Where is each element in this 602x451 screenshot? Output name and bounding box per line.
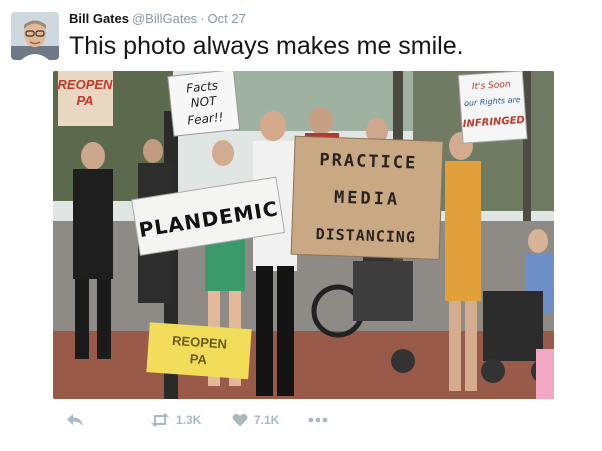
svg-text:MEDIA: MEDIA — [334, 188, 401, 210]
sign-practice-media-distancing: PRACTICE MEDIA DISTANCING — [290, 135, 444, 260]
tweet-date[interactable]: Oct 27 — [208, 11, 246, 26]
header-separator: · — [200, 11, 205, 26]
like-button[interactable]: 7.1K — [232, 408, 279, 432]
tweet: Bill Gates @BillGates · Oct 27 This photo a… — [0, 0, 602, 451]
sign-pink — [536, 349, 554, 399]
avatar-photo — [11, 12, 59, 60]
retweet-icon — [151, 413, 169, 427]
svg-text:DISTANCING: DISTANCING — [315, 225, 416, 246]
tweet-header: Bill Gates @BillGates · Oct 27 — [69, 11, 246, 27]
author-name[interactable]: Bill Gates — [69, 11, 129, 26]
svg-text:NOT: NOT — [190, 93, 219, 110]
reply-icon — [67, 414, 83, 426]
retweet-count: 1.3K — [176, 413, 202, 427]
tweet-text: This photo always makes me smile. — [69, 32, 464, 60]
tweet-photo[interactable]: REOPEN PA Facts NOT Fear!! PLANDEMIC PRA… — [53, 71, 554, 399]
sign-reopen-top: REOPEN PA — [58, 71, 114, 126]
sign-reopen-bottom: REOPEN PA — [146, 322, 252, 380]
more-icon — [308, 417, 328, 423]
svg-text:REOPEN: REOPEN — [58, 77, 114, 92]
photo-protest-scene: REOPEN PA Facts NOT Fear!! PLANDEMIC PRA… — [53, 71, 554, 399]
author-avatar[interactable] — [11, 12, 59, 60]
heart-icon — [232, 413, 248, 427]
author-handle[interactable]: @BillGates — [132, 11, 197, 26]
sign-rights-infringed: It's Soon our Rights are INFRINGED — [457, 71, 528, 144]
like-count: 7.1K — [254, 413, 280, 427]
tweet-actions: 1.3K 7.1K — [66, 408, 366, 432]
sign-facts-not-fear: Facts NOT Fear!! — [167, 71, 241, 137]
reply-button[interactable] — [66, 408, 84, 432]
more-button[interactable] — [308, 408, 328, 432]
svg-text:PA: PA — [189, 351, 208, 367]
svg-text:PRACTICE: PRACTICE — [319, 150, 418, 173]
svg-text:PA: PA — [76, 93, 93, 108]
retweet-button[interactable]: 1.3K — [150, 408, 201, 432]
